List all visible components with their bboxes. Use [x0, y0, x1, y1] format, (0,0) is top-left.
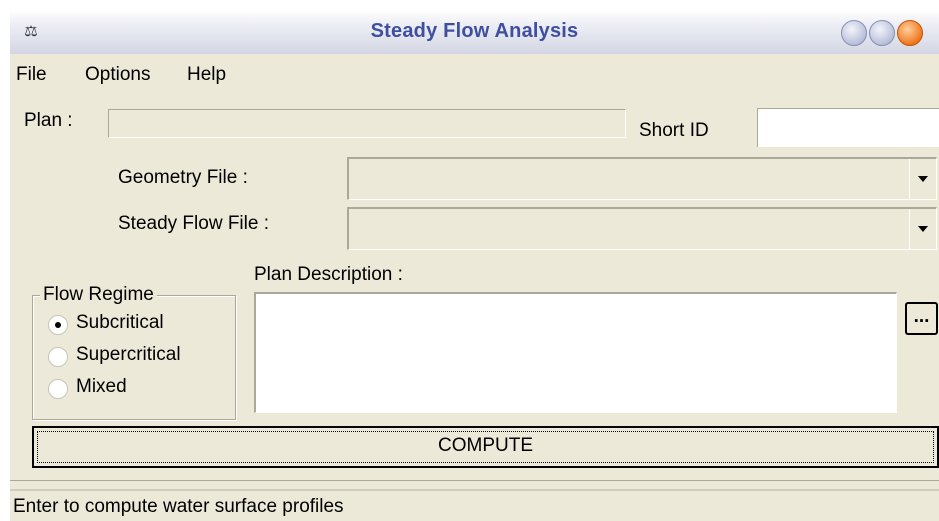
- short-id-input[interactable]: [757, 108, 939, 147]
- menu-options[interactable]: Options: [85, 64, 150, 86]
- radio-supercritical-label[interactable]: Supercritical: [76, 344, 181, 366]
- maximize-button[interactable]: [869, 20, 895, 46]
- steady-flow-file-label: Steady Flow File :: [118, 213, 269, 234]
- title-bar: ⚖ Steady Flow Analysis: [10, 10, 939, 54]
- radio-subcritical-label[interactable]: Subcritical: [76, 312, 164, 334]
- radio-selected-dot: [55, 322, 61, 328]
- flow-regime-legend: Flow Regime: [40, 284, 157, 306]
- compute-button-label: COMPUTE: [37, 431, 934, 463]
- plan-label: Plan :: [24, 110, 73, 131]
- plan-description-textarea[interactable]: [254, 292, 897, 413]
- chevron-down-icon[interactable]: [909, 209, 936, 249]
- steady-flow-file-select[interactable]: [347, 207, 937, 250]
- radio-supercritical[interactable]: [48, 347, 68, 367]
- plan-field[interactable]: [108, 109, 626, 138]
- menu-bar: File Options Help: [10, 56, 939, 92]
- radio-mixed[interactable]: [48, 379, 68, 399]
- window-title: Steady Flow Analysis: [370, 20, 579, 42]
- geometry-file-label: Geometry File :: [118, 167, 248, 188]
- status-text: Enter to compute water surface profiles: [13, 496, 344, 517]
- minimize-button[interactable]: [841, 20, 867, 46]
- browse-description-button[interactable]: ...: [905, 302, 938, 335]
- short-id-label: Short ID: [639, 120, 709, 141]
- menu-file[interactable]: File: [16, 64, 47, 86]
- radio-mixed-label[interactable]: Mixed: [76, 376, 127, 398]
- plan-description-label: Plan Description :: [254, 264, 403, 285]
- close-button[interactable]: [897, 20, 923, 46]
- menu-help[interactable]: Help: [187, 64, 226, 86]
- steady-flow-window: ⚖ Steady Flow Analysis File Options Help…: [10, 10, 939, 521]
- geometry-file-select[interactable]: [347, 157, 937, 200]
- compute-button[interactable]: COMPUTE: [32, 426, 939, 468]
- radio-subcritical[interactable]: [48, 315, 68, 335]
- status-divider: [10, 480, 939, 481]
- status-bar: Enter to compute water surface profiles: [10, 489, 939, 521]
- chevron-down-icon[interactable]: [909, 159, 936, 199]
